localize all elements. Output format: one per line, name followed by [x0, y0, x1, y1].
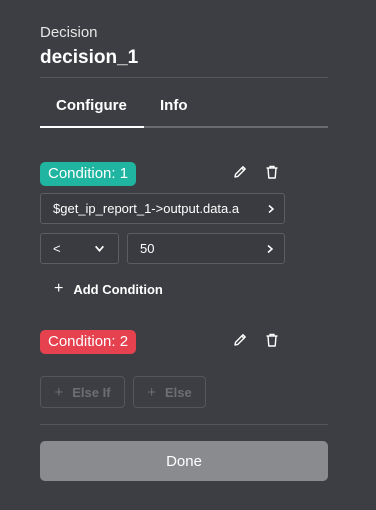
- decision-config-panel: Decision decision_1 Configure Info Condi…: [0, 0, 376, 510]
- pencil-icon[interactable]: [231, 331, 249, 349]
- else-if-button[interactable]: + Else If: [40, 376, 125, 408]
- panel-title: decision_1: [40, 47, 139, 68]
- chevron-right-icon: [262, 234, 278, 263]
- add-condition-label: Add Condition: [73, 281, 163, 297]
- else-if-label: Else If: [72, 384, 111, 400]
- else-label: Else: [165, 384, 192, 400]
- condition-1-badge: Condition: 1: [40, 162, 137, 186]
- operator-value: <: [53, 241, 61, 256]
- tab-configure[interactable]: Configure: [56, 97, 127, 114]
- right-operand-value: 50: [140, 241, 155, 256]
- plus-icon: +: [54, 383, 64, 401]
- pencil-icon[interactable]: [231, 163, 249, 181]
- chevron-right-icon: [263, 194, 279, 223]
- plus-icon: +: [147, 383, 156, 401]
- active-tab-indicator: [40, 126, 144, 128]
- tab-bar: Configure Info: [40, 88, 328, 128]
- trash-icon[interactable]: [263, 331, 281, 349]
- left-operand-value: $get_ip_report_1->output.data.a: [53, 201, 240, 216]
- header-divider: [40, 77, 328, 78]
- condition-1-left-operand[interactable]: $get_ip_report_1->output.data.a: [40, 193, 285, 224]
- chevron-down-icon: [91, 234, 107, 263]
- panel-subtitle: Decision: [40, 24, 98, 41]
- trash-icon[interactable]: [263, 163, 281, 181]
- footer-divider: [40, 424, 328, 425]
- add-condition-button[interactable]: + Add Condition: [54, 280, 163, 298]
- condition-2-badge: Condition: 2: [40, 330, 137, 354]
- else-button[interactable]: + Else: [133, 376, 206, 408]
- tab-info[interactable]: Info: [160, 97, 188, 114]
- plus-icon: +: [54, 280, 64, 297]
- done-button[interactable]: Done: [40, 441, 328, 481]
- condition-1-right-operand[interactable]: 50: [127, 233, 285, 264]
- condition-1-operator-select[interactable]: <: [40, 233, 119, 264]
